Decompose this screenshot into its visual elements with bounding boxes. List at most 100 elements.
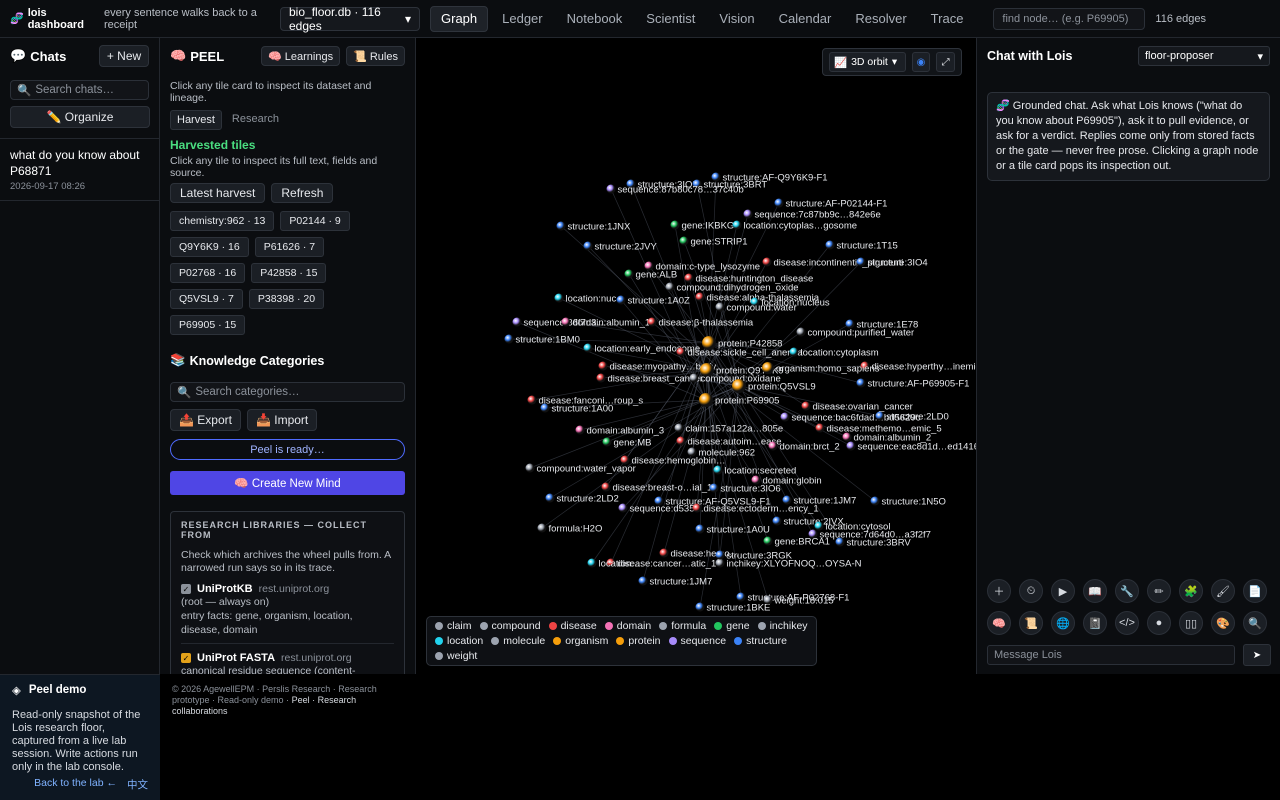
graph-node[interactable]: structure:AF-P69905-F1 xyxy=(856,378,970,390)
legend-item-claim[interactable]: claim xyxy=(435,620,472,632)
graph-node-dot[interactable] xyxy=(713,465,723,475)
graph-node-dot[interactable] xyxy=(801,401,811,411)
graph-node[interactable]: sequence:d535… xyxy=(618,503,704,515)
graph-node[interactable]: structure:3IO6 xyxy=(709,483,781,495)
tile-chip[interactable]: Q5VSL9 · 7 xyxy=(170,289,243,309)
graph-node[interactable]: structure:1BM0 xyxy=(504,334,580,346)
graph-node-dot[interactable] xyxy=(772,516,782,526)
graph-node-dot[interactable] xyxy=(665,282,675,292)
graph-node-dot[interactable] xyxy=(670,220,680,230)
graph-node-dot[interactable] xyxy=(815,423,825,433)
play-tool-button[interactable]: ▶ xyxy=(1051,579,1075,603)
graph-node[interactable]: disease:sickle_cell_anemia xyxy=(676,347,804,359)
tab-resolver[interactable]: Resolver xyxy=(845,6,916,32)
graph-node[interactable]: claim:157a122a…805e xyxy=(674,423,784,435)
graph-node[interactable]: sequence:eac8d1d…ed1416 xyxy=(846,441,977,453)
graph-node-dot[interactable] xyxy=(659,548,669,558)
legend-item-weight[interactable]: weight xyxy=(435,650,477,662)
graph-node[interactable]: disease:myopathy…body xyxy=(598,361,717,373)
legend-item-location[interactable]: location xyxy=(435,635,483,647)
graph-node[interactable]: compound:water_vapor xyxy=(525,463,636,475)
graph-node-dot[interactable] xyxy=(709,483,719,493)
tile-chip[interactable]: P69905 · 15 xyxy=(170,315,246,335)
graph-node-dot[interactable] xyxy=(846,441,856,451)
graph-node[interactable]: sequence:87b80c78…37c40b xyxy=(606,184,744,196)
legend-item-inchikey[interactable]: inchikey xyxy=(757,620,808,632)
graph-node[interactable]: disease:breast_cancer xyxy=(596,373,704,385)
puzzle-tool-button[interactable]: 🧩 xyxy=(1179,579,1203,603)
graph-node-dot[interactable] xyxy=(715,550,725,560)
agent-select[interactable]: floor-proposer ▾ xyxy=(1138,46,1270,66)
graph-node-dot[interactable] xyxy=(695,524,705,534)
graph-node-dot[interactable] xyxy=(856,257,866,267)
new-chat-button[interactable]: + New xyxy=(99,45,149,67)
subtab-harvest[interactable]: Harvest xyxy=(170,110,222,130)
search-chats-input[interactable]: 🔍 Search chats… xyxy=(10,80,149,100)
graph-node-dot[interactable] xyxy=(676,436,686,446)
graph-node-dot[interactable] xyxy=(674,423,684,433)
expand-button[interactable]: ⤢ xyxy=(936,52,956,72)
legend-item-sequence[interactable]: sequence xyxy=(668,635,726,647)
graph-node-dot[interactable] xyxy=(537,523,547,533)
graph-node-dot[interactable] xyxy=(842,432,852,442)
legend-item-organism[interactable]: organism xyxy=(553,635,608,647)
tile-chip[interactable]: P38398 · 20 xyxy=(248,289,325,309)
graph-node[interactable]: domain:brct_2 xyxy=(768,441,840,453)
graph-node-dot[interactable] xyxy=(732,379,746,393)
graph-node-dot[interactable] xyxy=(616,295,626,305)
graph-node-dot[interactable] xyxy=(512,317,522,327)
tab-scientist[interactable]: Scientist xyxy=(636,6,705,32)
graph-node-dot[interactable] xyxy=(638,576,648,586)
tab-graph[interactable]: Graph xyxy=(430,5,489,32)
graph-node-dot[interactable] xyxy=(596,373,606,383)
graph-node-dot[interactable] xyxy=(732,220,742,230)
graph-node[interactable]: compound:water xyxy=(715,302,797,314)
tab-notebook[interactable]: Notebook xyxy=(557,6,633,32)
view-mode-select[interactable]: 📈 3D orbit ▾ xyxy=(829,52,906,72)
back-to-lab-link[interactable]: Back to the lab ← xyxy=(34,777,117,792)
graph-node[interactable]: compound:purified_water xyxy=(796,327,915,339)
message-input[interactable]: Message Lois xyxy=(987,645,1235,665)
graph-node[interactable]: location:… xyxy=(587,558,644,570)
document-tool-button[interactable]: 📄 xyxy=(1243,579,1267,603)
scroll-tool-button[interactable]: 📜 xyxy=(1019,611,1043,635)
refresh-button[interactable]: Refresh xyxy=(271,183,334,203)
create-new-mind-button[interactable]: 🧠 Create New Mind xyxy=(170,471,405,495)
graph-node[interactable]: domain:albumin_3 xyxy=(575,425,665,437)
graph-node-dot[interactable] xyxy=(835,537,845,547)
graph-node-dot[interactable] xyxy=(575,425,585,435)
dot-tool-button[interactable]: ● xyxy=(1147,611,1171,635)
graph-node-dot[interactable] xyxy=(618,503,628,513)
graph-node-dot[interactable] xyxy=(676,347,686,357)
graph-node[interactable]: structure:3RGK xyxy=(715,550,793,562)
graph-node-dot[interactable] xyxy=(583,241,593,251)
graph-node-dot[interactable] xyxy=(695,292,705,302)
book-tool-button[interactable]: 📖 xyxy=(1083,579,1107,603)
graph-node-dot[interactable] xyxy=(554,293,564,303)
legend-item-domain[interactable]: domain xyxy=(604,620,651,632)
legend-item-disease[interactable]: disease xyxy=(548,620,597,632)
graph-node-dot[interactable] xyxy=(796,327,806,337)
graph-node-dot[interactable] xyxy=(715,302,725,312)
export-button[interactable]: 📤 Export xyxy=(170,409,241,431)
graph-node[interactable]: gene:STRIP1 xyxy=(679,236,748,248)
graph-node-dot[interactable] xyxy=(762,362,774,374)
globe-tool-button[interactable]: 🌐 xyxy=(1051,611,1075,635)
chat-list-item[interactable]: what do you know about P68871 2026-09-17 … xyxy=(0,139,159,201)
graph-node-dot[interactable] xyxy=(602,437,612,447)
graph-node[interactable]: structure:2JVY xyxy=(583,241,658,253)
graph-node[interactable]: gene:BRCA1 xyxy=(763,536,830,548)
graph-node[interactable]: structure:3BRV xyxy=(835,537,912,549)
legend-item-structure[interactable]: structure xyxy=(734,635,787,647)
brain-tool-button[interactable]: 🧠 xyxy=(987,611,1011,635)
search-tool-button[interactable]: 🔍 xyxy=(1243,611,1267,635)
graph-node[interactable]: structure:1A00 xyxy=(540,403,614,415)
graph-node[interactable]: structure:1A0Z xyxy=(616,295,690,307)
graph-node[interactable]: gene:IKBKG xyxy=(670,220,735,232)
tile-chip[interactable]: P42858 · 15 xyxy=(251,263,327,283)
wrench-tool-button[interactable]: 🔧 xyxy=(1115,579,1139,603)
graph-node[interactable]: gene:ALB xyxy=(624,269,678,281)
search-categories-input[interactable]: 🔍 Search categories… xyxy=(170,382,405,402)
graph-node[interactable]: structure:1JNX xyxy=(556,221,631,233)
send-button[interactable]: ➤ xyxy=(1243,644,1271,666)
